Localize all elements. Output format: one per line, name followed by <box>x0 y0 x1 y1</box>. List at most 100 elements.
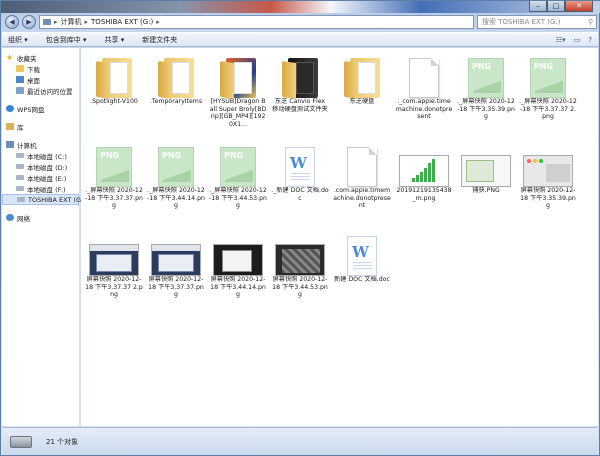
file-name: ._屏幕快照 2020-12-18 下午3.44.14.png <box>147 187 205 210</box>
file-item[interactable]: PNG ._屏幕快照 2020-12-18 下午3.44.53.png <box>209 137 267 222</box>
breadcrumb-computer[interactable]: 计算机 <box>61 17 82 27</box>
cloud-icon <box>6 105 14 112</box>
nav-drive-d[interactable]: 本地磁盘 (D:) <box>2 161 79 172</box>
image-thumbnail <box>523 155 573 187</box>
png-file-icon: PNG <box>220 147 256 187</box>
file-item[interactable]: 屏幕快照 2020-12-18 下午3.35.39.png <box>519 137 577 222</box>
folder-icon <box>16 65 24 72</box>
file-thumbnail <box>398 137 450 187</box>
file-item[interactable]: 屏幕快照 2020-12-18 下午3.44.14.png <box>209 226 267 311</box>
search-input[interactable]: 搜索 TOSHIBA EXT (G:) ⚲ <box>477 14 597 29</box>
minimize-button[interactable]: – <box>529 1 547 12</box>
file-item[interactable]: 东芝 Canvio Flex 移动硬盘测试文件夹 <box>271 48 329 133</box>
nav-desktop[interactable]: 桌面 <box>2 74 79 85</box>
nav-label: 本地磁盘 (E:) <box>27 174 67 183</box>
address-row: ◀ ▶ ▸ 计算机 ▸ TOSHIBA EXT (G:) ▸ 搜索 TOSHIB… <box>5 14 597 29</box>
nav-computer[interactable]: 计算机 <box>2 139 79 150</box>
file-name: .TemporaryItems <box>149 98 203 105</box>
include-in-library-menu[interactable]: 包含到库中 ▾ <box>46 35 87 45</box>
file-thumbnail: PNG <box>212 137 264 187</box>
nav-recent[interactable]: 最近访问的位置 <box>2 85 79 96</box>
file-name: ._新建 DOC 文档.doc <box>271 187 329 202</box>
png-file-icon: PNG <box>530 58 566 98</box>
nav-favorites[interactable]: ★ 收藏夹 <box>2 52 79 63</box>
nav-downloads[interactable]: 下载 <box>2 63 79 74</box>
library-icon <box>6 123 14 130</box>
file-thumbnail <box>88 48 140 99</box>
nav-label: 网络 <box>17 214 30 223</box>
forward-button[interactable]: ▶ <box>22 14 36 29</box>
breadcrumb-separator: ▸ <box>156 17 160 26</box>
nav-drive-f[interactable]: 本地磁盘 (F:) <box>2 183 79 194</box>
file-item[interactable]: 捕获.PNG <box>457 137 515 222</box>
image-thumbnail <box>213 244 263 276</box>
nav-drive-c[interactable]: 本地磁盘 (C:) <box>2 150 79 161</box>
nav-drive-g[interactable]: TOSHIBA EXT (G:) <box>2 194 86 205</box>
file-item[interactable]: W ._新建 DOC 文档.doc <box>271 137 329 222</box>
navigation-pane: ★ 收藏夹 下载 桌面 最近访问的位置 WPS网盘 库 计算机 本地磁盘 (C:… <box>2 48 86 426</box>
file-thumbnail <box>274 48 326 99</box>
nav-label: 下载 <box>27 65 40 74</box>
file-item[interactable]: 屏幕快照 2020-12-18 下午3.37.37 2.png <box>85 226 143 311</box>
file-icon <box>347 147 377 187</box>
computer-icon <box>6 141 14 148</box>
file-name: 屏幕快照 2020-12-18 下午3.44.14.png <box>210 276 266 299</box>
file-item[interactable]: W 新建 DOC 文档.doc <box>333 226 391 311</box>
file-thumbnail <box>522 137 574 187</box>
file-item[interactable]: [HYSUB]Dragon Ball Super Broly[BDrip][GB… <box>209 48 267 133</box>
file-item[interactable]: PNG ._屏幕快照 2020-12-18 下午3.37.37 2.png <box>519 48 577 133</box>
view-options-icon[interactable]: ☷▾ <box>556 36 566 44</box>
file-thumbnail <box>88 226 140 276</box>
file-name: 屏幕快照 2020-12-18 下午3.37.37 2.png <box>85 276 143 299</box>
network-icon <box>6 214 14 221</box>
organize-menu[interactable]: 组织 ▾ <box>8 35 28 45</box>
back-button[interactable]: ◀ <box>5 14 19 29</box>
file-name: 屏幕快照 2020-12-18 下午3.37.37.png <box>148 276 204 299</box>
file-item[interactable]: PNG ._屏幕快照 2020-12-18 下午3.35.39.png <box>457 48 515 133</box>
file-item[interactable]: PNG ._屏幕快照 2020-12-18 下午3.37.37.png <box>85 137 143 222</box>
file-item[interactable]: PNG ._屏幕快照 2020-12-18 下午3.44.14.png <box>147 137 205 222</box>
nav-wps-cloud[interactable]: WPS网盘 <box>2 103 79 114</box>
file-thumbnail <box>212 48 264 99</box>
file-icon <box>409 58 439 98</box>
file-item[interactable]: .Spotlight-V100 <box>85 48 143 133</box>
breadcrumb-drive[interactable]: TOSHIBA EXT (G:) <box>91 18 153 26</box>
file-item[interactable]: 20191219135438_m.png <box>395 137 453 222</box>
nav-network[interactable]: 网络 <box>2 212 79 223</box>
file-item[interactable]: ._com.apple.timemachine.donotpresent <box>395 48 453 133</box>
word-doc-icon: W <box>285 147 315 187</box>
file-name: ._屏幕快照 2020-12-18 下午3.37.37 2.png <box>519 98 577 121</box>
file-name: ._com.apple.timemachine.donotpresent <box>395 98 453 121</box>
nav-library[interactable]: 库 <box>2 121 79 132</box>
nav-label: 最近访问的位置 <box>27 87 73 96</box>
caption-buttons: – □ ✕ <box>529 1 593 12</box>
nav-label: 本地磁盘 (C:) <box>27 152 67 161</box>
image-thumbnail <box>151 244 201 276</box>
file-thumbnail <box>274 226 326 276</box>
file-thumbnail: W <box>336 226 388 276</box>
maximize-button[interactable]: □ <box>547 1 565 12</box>
image-thumbnail <box>399 155 449 187</box>
folder-icon <box>158 58 194 99</box>
file-item[interactable]: 东芝硬盘 <box>333 48 391 133</box>
close-button[interactable]: ✕ <box>565 1 593 12</box>
address-bar[interactable]: ▸ 计算机 ▸ TOSHIBA EXT (G:) ▸ <box>39 14 474 29</box>
drive-icon <box>10 435 32 448</box>
help-icon[interactable]: ? <box>588 36 592 44</box>
file-name: ._屏幕快照 2020-12-18 下午3.44.53.png <box>209 187 267 210</box>
image-thumbnail <box>89 244 139 276</box>
command-bar: 组织 ▾ 包含到库中 ▾ 共享 ▾ 新建文件夹 ☷▾ ▭ ? <box>2 32 598 47</box>
file-item[interactable]: .TemporaryItems <box>147 48 205 133</box>
file-item[interactable]: 屏幕快照 2020-12-18 下午3.37.37.png <box>147 226 205 311</box>
file-thumbnail <box>460 137 512 187</box>
share-menu[interactable]: 共享 ▾ <box>105 35 125 45</box>
nav-label: 本地磁盘 (D:) <box>27 163 68 172</box>
preview-pane-icon[interactable]: ▭ <box>574 36 581 44</box>
nav-label: 收藏夹 <box>17 54 37 63</box>
file-thumbnail: PNG <box>460 48 512 98</box>
file-item[interactable]: .com.apple.timemachine.donotpresent <box>333 137 391 222</box>
nav-drive-e[interactable]: 本地磁盘 (E:) <box>2 172 79 183</box>
nav-label: WPS网盘 <box>17 105 45 114</box>
file-item[interactable]: 屏幕快照 2020-12-18 下午3.44.53.png <box>271 226 329 311</box>
new-folder-button[interactable]: 新建文件夹 <box>142 35 177 45</box>
